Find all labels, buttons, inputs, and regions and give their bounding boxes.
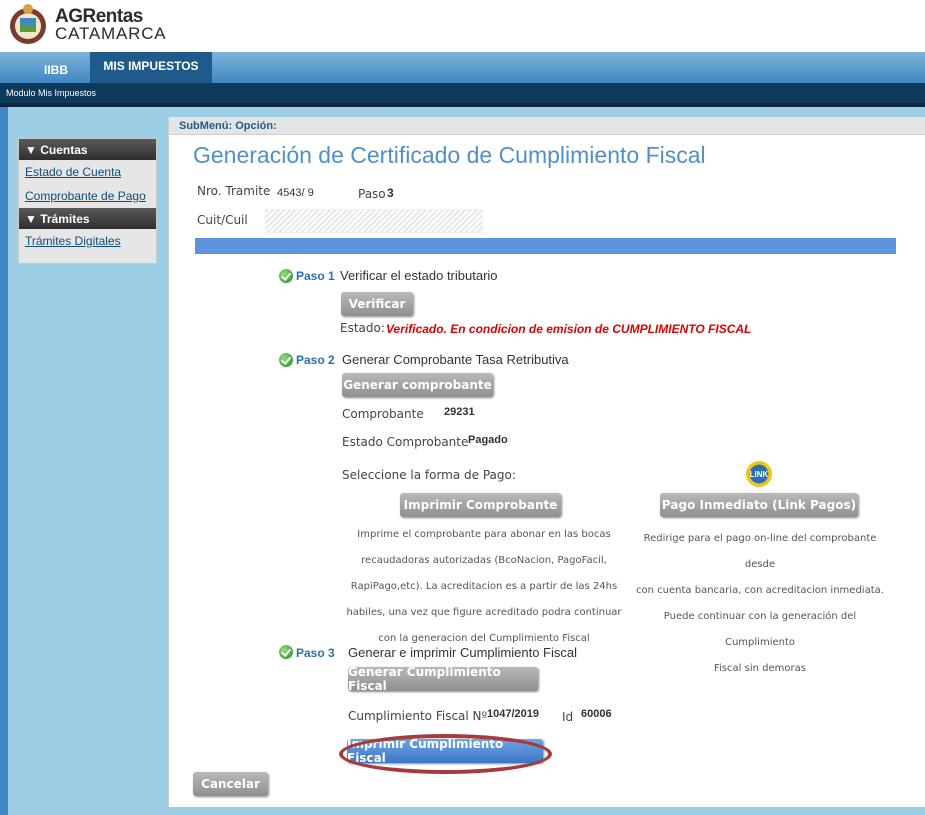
id-label: Id (562, 710, 574, 724)
brand-subtitle: CATAMARCA (55, 24, 167, 43)
link-pagos-icon: LINK (746, 461, 772, 487)
step1-estado-value: Verificado. En condicion de emision de C… (386, 322, 752, 336)
forma-pago-label: Seleccione la forma de Pago: (342, 468, 516, 482)
sidebar: ▼ Cuentas Estado de Cuenta Comprobante d… (18, 138, 157, 264)
comprobante-value: 29231 (444, 406, 475, 418)
step2-label: Paso 2 (296, 353, 335, 367)
imprimir-desc-line: Imprime el comprobante para abonar en la… (357, 529, 611, 540)
cumplimiento-fiscal-value: 1047/2019 (487, 708, 539, 720)
step3-title: Generar e imprimir Cumplimiento Fiscal (348, 645, 577, 660)
step3-label: Paso 3 (296, 646, 335, 660)
imprimir-desc-line: RapiPago,etc). La acreditacion es a part… (350, 581, 618, 592)
step2-title: Generar Comprobante Tasa Retributiva (342, 352, 569, 367)
comprobante-label: Comprobante (342, 407, 424, 421)
generar-comprobante-button[interactable]: Generar comprobante (342, 373, 493, 397)
left-border (0, 107, 8, 815)
imprimir-desc-line: habiles, una vez que figure acreditado p… (346, 607, 622, 618)
step1-label: Paso 1 (296, 269, 335, 283)
sidebar-section-cuentas[interactable]: ▼ Cuentas (19, 139, 156, 160)
verificar-button[interactable]: Verificar (341, 292, 413, 316)
sidebar-item-tramites-digitales[interactable]: Trámites Digitales (19, 229, 156, 253)
module-label: Modulo Mis Impuestos (6, 88, 97, 98)
header: AGRentas CATAMARCA (0, 0, 925, 52)
pago-desc-line: Fiscal sin demoras (714, 663, 806, 674)
check-icon (279, 269, 293, 283)
module-bar: Modulo Mis Impuestos (0, 83, 925, 103)
sidebar-item-estado-de-cuenta[interactable]: Estado de Cuenta (19, 160, 156, 184)
step1-estado-label: Estado: (340, 321, 385, 335)
pago-inmediato-button[interactable]: Pago Inmediato (Link Pagos) (660, 493, 858, 517)
paso-label: Paso (358, 187, 386, 201)
check-icon (279, 353, 293, 367)
submenu-label: SubMenú: Opción: (179, 120, 277, 132)
highlight-oval (339, 734, 552, 774)
main-panel: SubMenú: Opción: Generación de Certifica… (168, 117, 925, 807)
cuit-field (265, 209, 483, 233)
generar-cumplimiento-button[interactable]: Generar Cumplimiento Fiscal (348, 665, 538, 693)
imprimir-description: Imprime el comprobante para abonar en la… (344, 522, 624, 652)
cumplimiento-fiscal-label: Cumplimiento Fiscal Nº (348, 709, 488, 723)
step1-title: Verificar el estado tributario (340, 268, 498, 283)
sidebar-section-tramites[interactable]: ▼ Trámites (19, 208, 156, 229)
estado-comprobante-label: Estado Comprobante (342, 435, 469, 449)
pago-desc-line: Puede continuar con la generación del Cu… (663, 611, 857, 648)
estado-comprobante-value: Pagado (468, 434, 508, 446)
submenu-bar: SubMenú: Opción: (169, 117, 925, 135)
pago-desc-line: con cuenta bancaria, con acreditacion in… (636, 585, 884, 596)
pago-description: Redirige para el pago on-line del compro… (629, 526, 891, 682)
blue-separator (195, 238, 896, 254)
sidebar-item-comprobante-de-pago[interactable]: Comprobante de Pago (19, 184, 156, 208)
imprimir-comprobante-button[interactable]: Imprimir Comprobante (400, 493, 561, 517)
nro-tramite-value: 4543/ 9 (277, 187, 314, 199)
pago-desc-line: Redirige para el pago on-line del compro… (643, 533, 877, 570)
imprimir-desc-line: recaudadoras autorizadas (BcoNacion, Pag… (361, 555, 607, 566)
page-title: Generación de Certificado de Cumplimient… (193, 142, 706, 168)
id-value: 60006 (581, 708, 612, 720)
paso-value: 3 (387, 186, 394, 200)
check-icon (279, 645, 293, 659)
cancel-button[interactable]: Cancelar (193, 772, 268, 796)
cuit-label: Cuit/Cuil (197, 213, 248, 227)
agrentas-logo-icon (10, 4, 46, 44)
nro-tramite-label: Nro. Tramite (197, 184, 271, 198)
tab-iibb[interactable]: IIBB (30, 56, 82, 83)
tab-mis-impuestos[interactable]: MIS IMPUESTOS (90, 52, 212, 83)
